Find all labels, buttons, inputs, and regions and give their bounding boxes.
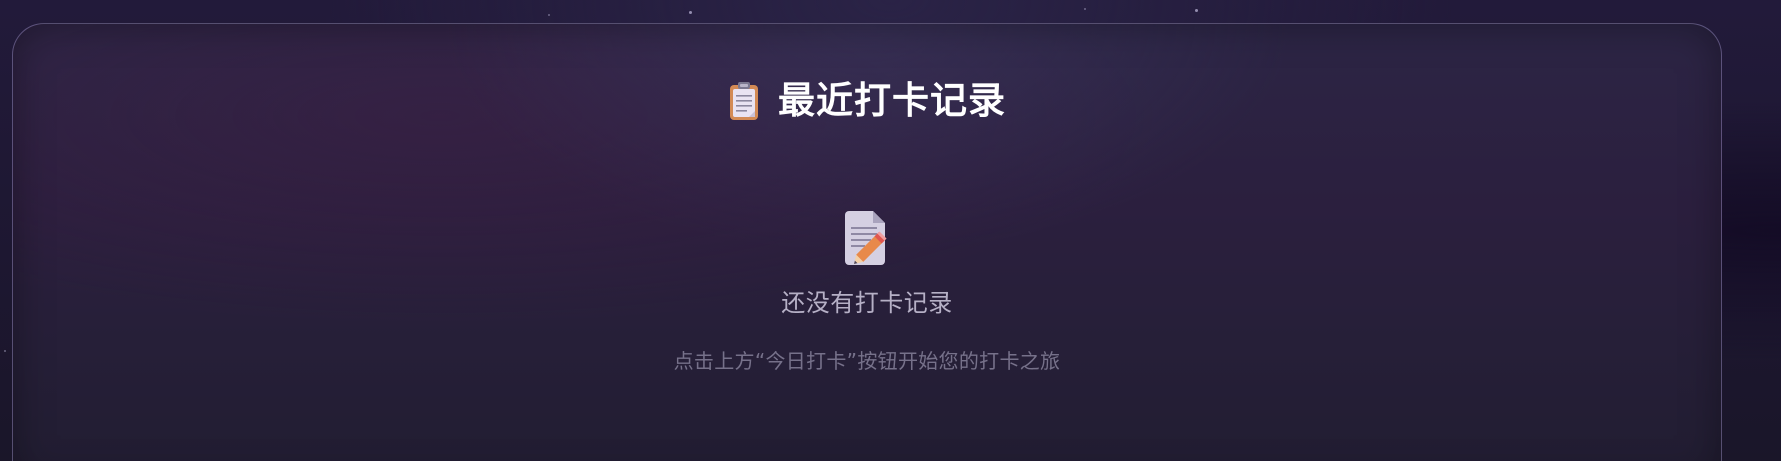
background-star — [1195, 9, 1198, 12]
background-star — [548, 14, 550, 16]
empty-state-hint: 点击上方“今日打卡”按钮开始您的打卡之旅 — [673, 349, 1061, 373]
recent-checkins-panel: 最近打卡记录 还没有打卡记录 点击上方“今日打卡”按钮开始您的打卡之旅 — [12, 23, 1722, 461]
page-title: 最近打卡记录 — [778, 79, 1006, 122]
panel-heading: 最近打卡记录 — [13, 77, 1721, 125]
empty-state: 还没有打卡记录 点击上方“今日打卡”按钮开始您的打卡之旅 — [13, 207, 1721, 375]
background-star — [1084, 8, 1086, 10]
background-star — [689, 11, 692, 14]
clipboard-icon — [730, 82, 758, 120]
empty-state-message: 还没有打卡记录 — [781, 289, 953, 317]
background-star — [4, 350, 6, 352]
memo-icon — [845, 211, 887, 265]
